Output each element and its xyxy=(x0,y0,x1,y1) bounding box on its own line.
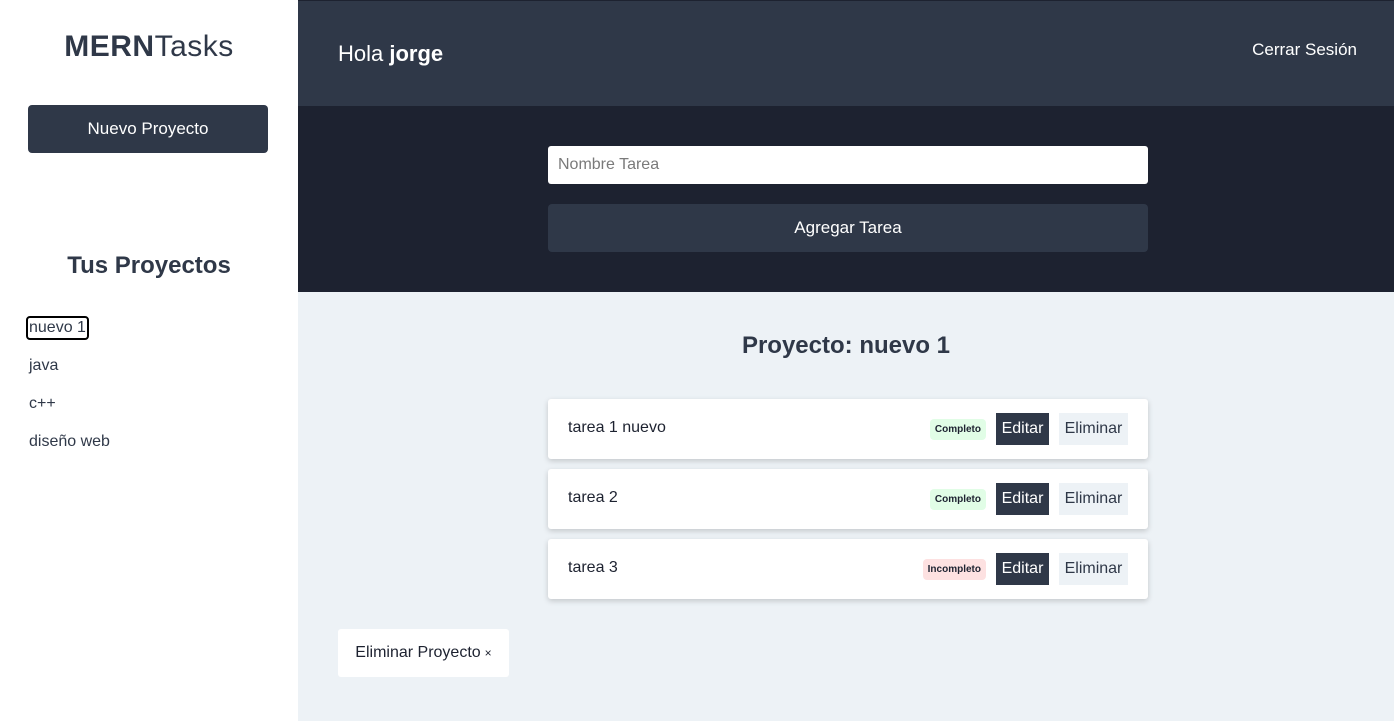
task-name-input[interactable] xyxy=(548,146,1148,184)
greeting-prefix: Hola xyxy=(338,41,390,66)
task-actions: Incompleto Editar Eliminar xyxy=(922,553,1128,585)
delete-project-label: Eliminar Proyecto xyxy=(355,644,481,661)
app-logo: MERNTasks xyxy=(0,30,298,64)
project-list-item: nuevo 1 xyxy=(26,316,111,356)
project-link-cpp[interactable]: c++ xyxy=(28,394,57,414)
new-project-button[interactable]: Nuevo Proyecto xyxy=(28,105,268,153)
project-heading: Proyecto: nuevo 1 xyxy=(298,332,1394,360)
task-row: tarea 3 Incompleto Editar Eliminar xyxy=(548,539,1148,599)
delete-project-button[interactable]: Eliminar Proyecto × xyxy=(338,629,509,677)
delete-task-button[interactable]: Eliminar xyxy=(1059,553,1128,585)
logout-button[interactable]: Cerrar Sesión xyxy=(1252,40,1357,60)
project-list-item: c++ xyxy=(28,394,111,432)
logo-light-text: Tasks xyxy=(154,30,234,63)
user-name: jorge xyxy=(389,41,444,66)
task-row: tarea 2 Completo Editar Eliminar xyxy=(548,469,1148,529)
status-badge[interactable]: Completo xyxy=(929,488,986,510)
task-name: tarea 1 nuevo xyxy=(568,419,666,436)
projects-title: Tus Proyectos xyxy=(67,252,231,279)
logo-bold-text: MERN xyxy=(64,30,155,63)
main-content: Hola jorge Cerrar Sesión Agregar Tarea P… xyxy=(298,0,1394,721)
project-list-item: diseño web xyxy=(28,432,111,470)
delete-task-button[interactable]: Eliminar xyxy=(1059,413,1128,445)
delete-task-button[interactable]: Eliminar xyxy=(1059,483,1128,515)
greeting: Hola jorge xyxy=(338,41,443,67)
project-link-diseno-web[interactable]: diseño web xyxy=(28,432,111,452)
task-row: tarea 1 nuevo Completo Editar Eliminar xyxy=(548,399,1148,459)
project-link-java[interactable]: java xyxy=(28,356,59,376)
task-actions: Completo Editar Eliminar xyxy=(929,483,1128,515)
project-list-item: java xyxy=(28,356,111,394)
close-icon: × xyxy=(484,646,492,660)
task-name: tarea 2 xyxy=(568,489,618,506)
task-list: tarea 1 nuevo Completo Editar Eliminar t… xyxy=(548,399,1148,609)
sidebar: MERNTasks Nuevo Proyecto Tus Proyectos n… xyxy=(0,0,298,721)
status-badge[interactable]: Completo xyxy=(929,418,986,440)
top-bar: Hola jorge Cerrar Sesión xyxy=(298,0,1394,106)
project-heading-prefix: Proyecto: xyxy=(741,332,860,359)
add-task-button[interactable]: Agregar Tarea xyxy=(548,204,1148,252)
task-name: tarea 3 xyxy=(568,559,618,576)
task-actions: Completo Editar Eliminar xyxy=(929,413,1128,445)
new-task-form: Agregar Tarea xyxy=(298,106,1394,292)
status-badge[interactable]: Incompleto xyxy=(922,558,986,580)
project-list: nuevo 1 java c++ diseño web xyxy=(26,316,111,470)
edit-task-button[interactable]: Editar xyxy=(996,553,1049,585)
edit-task-button[interactable]: Editar xyxy=(996,483,1049,515)
edit-task-button[interactable]: Editar xyxy=(996,413,1049,445)
project-link-nuevo-1[interactable]: nuevo 1 xyxy=(26,316,89,340)
project-heading-name: nuevo 1 xyxy=(859,332,951,359)
